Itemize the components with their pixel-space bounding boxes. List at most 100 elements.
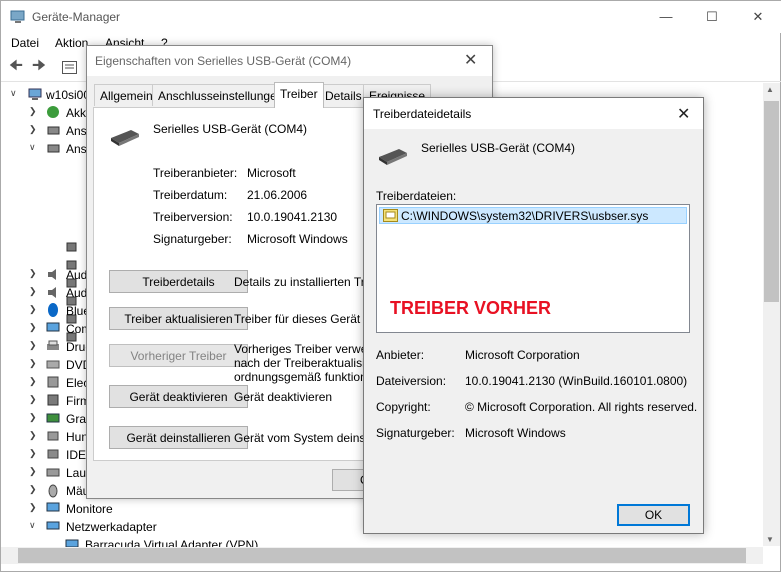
maximize-button[interactable]: ☐ (689, 1, 735, 32)
display-adapter-icon (46, 413, 60, 423)
chevron-right-icon[interactable]: ❯ (29, 484, 37, 495)
chevron-down-icon[interactable]: ∨ (10, 88, 17, 99)
chevron-right-icon[interactable]: ❯ (29, 358, 37, 369)
detail-value: Microsoft Corporation (465, 348, 580, 362)
computer-icon (28, 88, 42, 100)
disable-device-button[interactable]: Gerät deaktivieren (109, 385, 248, 408)
chevron-down-icon[interactable]: ∨ (29, 520, 36, 531)
update-driver-button[interactable]: Treiber aktualisieren (109, 307, 248, 330)
mouse-icon (48, 484, 58, 498)
chevron-right-icon[interactable]: ❯ (29, 340, 37, 351)
uninstall-device-desc: Gerät vom System deinstalli (234, 431, 384, 445)
detail-value: 10.0.19041.2130 (WinBuild.160101.0800) (465, 374, 688, 388)
detail-label: Signaturgeber: (376, 426, 455, 440)
chevron-right-icon[interactable]: ❯ (29, 448, 37, 459)
device-manager-icon (10, 10, 25, 23)
chevron-right-icon[interactable]: ❯ (29, 466, 37, 477)
detail-value: © Microsoft Corporation. All rights rese… (465, 400, 698, 414)
tab-allgemein[interactable]: Allgemein (94, 84, 159, 106)
title-bar[interactable]: Geräte-Manager — ☐ ✕ (1, 1, 781, 33)
field-label: Treiberanbieter: (153, 166, 238, 180)
properties-title-bar[interactable]: Eigenschaften von Serielles USB-Gerät (C… (87, 46, 492, 76)
chevron-right-icon[interactable]: ❯ (29, 106, 37, 117)
tab-anschlusseinstellungen[interactable]: Anschlusseinstellungen (152, 84, 290, 106)
close-icon[interactable]: ✕ (464, 50, 477, 70)
horizontal-scroll-thumb[interactable] (18, 548, 746, 563)
rollback-driver-desc-3: ordnungsgemäß funktioniert (234, 370, 384, 384)
tab-details[interactable]: Details (319, 84, 368, 106)
detail-value: Microsoft Windows (465, 426, 566, 440)
driver-details-button[interactable]: Treiberdetails (109, 270, 248, 293)
vertical-scroll-thumb[interactable] (764, 101, 779, 302)
chevron-right-icon[interactable]: ❯ (29, 268, 37, 279)
monitor-icon (46, 502, 60, 512)
device-name: Serielles USB-Gerät (COM4) (153, 122, 308, 136)
chevron-down-icon[interactable]: ∨ (29, 142, 36, 153)
properties-title: Eigenschaften von Serielles USB-Gerät (C… (95, 54, 352, 68)
disable-device-desc: Gerät deaktivieren (234, 390, 333, 404)
tree-item-monitore[interactable]: ❯ Monitore (1, 500, 361, 518)
chevron-right-icon[interactable]: ❯ (29, 322, 37, 333)
tree-item-netzwerk[interactable]: ∨ Netzwerkadapter (1, 518, 361, 536)
detail-label: Dateiversion: (376, 374, 447, 388)
scroll-up-icon[interactable]: ▲ (766, 85, 774, 94)
speaker-icon (48, 269, 56, 280)
tab-treiber[interactable]: Treiber (274, 82, 324, 108)
back-arrow-icon[interactable]: 🠈 (6, 57, 26, 76)
file-icon (383, 209, 398, 222)
details-title-bar[interactable]: Treiberdateidetails ✕ (364, 98, 703, 129)
overlay-annotation: TREIBER VORHER (390, 298, 552, 318)
file-path: C:\WINDOWS\system32\DRIVERS\usbser.sys (401, 209, 649, 223)
detail-label: Copyright: (376, 400, 431, 414)
rollback-driver-desc-2: nach der Treiberaktualisieru (234, 356, 383, 370)
scroll-down-icon[interactable]: ▼ (766, 535, 774, 544)
rollback-driver-button[interactable]: Vorheriger Treiber (109, 344, 248, 367)
bluetooth-icon (48, 303, 58, 317)
details-title: Treiberdateidetails (373, 107, 472, 121)
chevron-right-icon[interactable]: ❯ (29, 376, 37, 387)
field-label: Signaturgeber: (153, 232, 232, 246)
chevron-right-icon[interactable]: ❯ (29, 286, 37, 297)
ok-button[interactable]: OK (617, 504, 690, 526)
chevron-right-icon[interactable]: ❯ (29, 304, 37, 315)
menu-datei[interactable]: Datei (11, 36, 39, 50)
field-value: 21.06.2006 (247, 188, 308, 202)
usb-device-icon (111, 130, 139, 146)
speaker-icon (48, 287, 56, 298)
uninstall-device-button[interactable]: Gerät deinstallieren (109, 426, 248, 449)
monitor-icon (46, 322, 60, 332)
details-device-name: Serielles USB-Gerät (COM4) (421, 141, 576, 155)
field-value: 10.0.19041.2130 (247, 210, 338, 224)
port-device-icon (66, 242, 77, 252)
window-title: Geräte-Manager (32, 10, 121, 24)
chevron-right-icon[interactable]: ❯ (29, 430, 37, 441)
field-label: Treiberversion: (153, 210, 233, 224)
network-adapter-icon (46, 521, 60, 530)
close-button[interactable]: ✕ (735, 1, 781, 32)
list-item[interactable]: C:\WINDOWS\system32\DRIVERS\usbser.sys (379, 207, 687, 224)
driver-files-list[interactable]: C:\WINDOWS\system32\DRIVERS\usbser.sys T… (376, 204, 690, 333)
chevron-right-icon[interactable]: ❯ (29, 502, 37, 513)
field-label: Treiberdatum: (153, 188, 228, 202)
ide-icon (47, 449, 59, 459)
chevron-right-icon[interactable]: ❯ (29, 124, 37, 135)
driver-file-details-dialog: Treiberdateidetails ✕ Serielles USB-Gerä… (363, 97, 704, 534)
forward-arrow-icon[interactable]: 🠊 (29, 57, 49, 76)
input-device-icon (47, 376, 59, 388)
close-icon[interactable]: ✕ (677, 104, 690, 124)
field-value: Microsoft Windows (247, 232, 348, 246)
field-value: Microsoft (247, 166, 296, 180)
port-icon (47, 144, 60, 153)
firmware-icon (47, 394, 59, 406)
chevron-right-icon[interactable]: ❯ (29, 394, 37, 405)
dvd-drive-icon (46, 360, 60, 369)
hid-icon (47, 431, 59, 441)
files-label: Treiberdateien: (376, 189, 457, 203)
detail-label: Anbieter: (376, 348, 425, 362)
rollback-driver-desc-1: Vorheriges Treiber verwend (234, 342, 381, 356)
properties-icon[interactable] (59, 58, 79, 76)
usb-device-icon (379, 149, 407, 165)
menu-aktion[interactable]: Aktion (55, 36, 88, 50)
chevron-right-icon[interactable]: ❯ (29, 412, 37, 423)
minimize-button[interactable]: — (643, 1, 689, 32)
